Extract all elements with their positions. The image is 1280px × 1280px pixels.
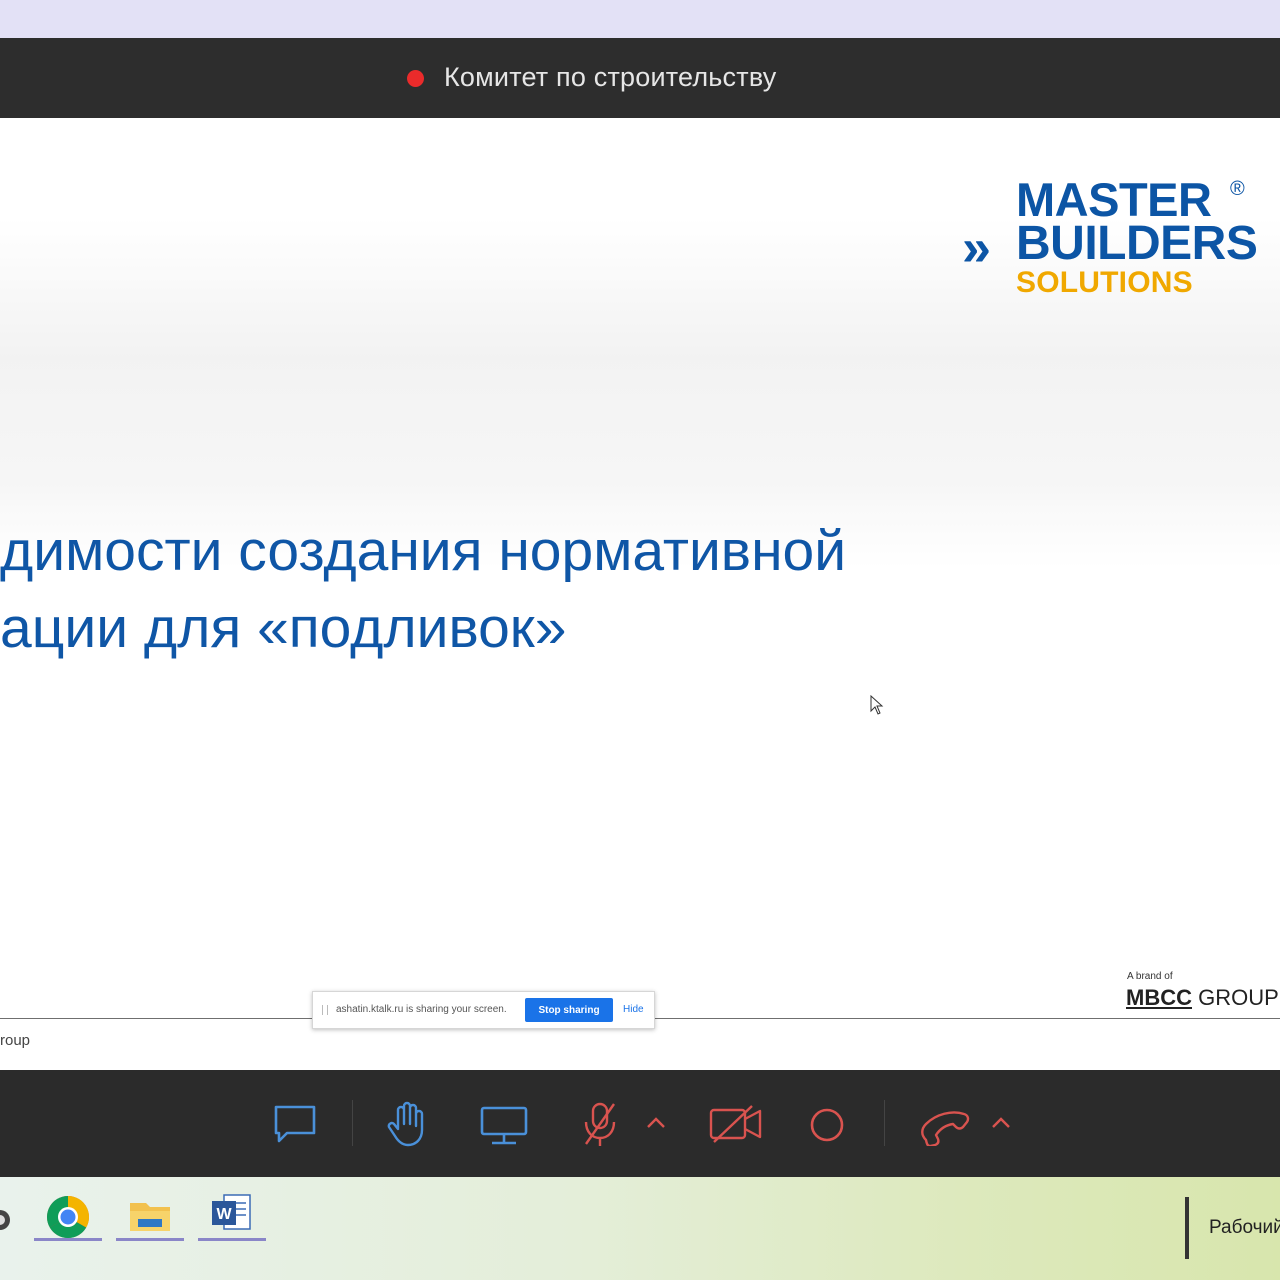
file-explorer-icon bbox=[130, 1203, 170, 1231]
raise-hand-icon[interactable] bbox=[386, 1100, 432, 1148]
active-indicator bbox=[116, 1238, 184, 1241]
drag-handle-icon[interactable] bbox=[322, 1005, 328, 1015]
screen-sharing-bar: ashatin.ktalk.ru is sharing your screen.… bbox=[312, 991, 655, 1029]
logo-master: MASTER bbox=[1016, 173, 1212, 226]
master-builders-logo: » MASTER ® BUILDERS SOLUTIONS bbox=[962, 173, 1280, 299]
slide-headline-line1: димости создания нормативной bbox=[0, 519, 847, 583]
windows-taskbar: W Рабочий bbox=[0, 1177, 1280, 1280]
recording-indicator-icon bbox=[407, 70, 424, 87]
logo-builders: BUILDERS bbox=[1016, 217, 1258, 270]
hang-up-icon[interactable] bbox=[918, 1102, 972, 1146]
chrome-icon bbox=[46, 1196, 90, 1239]
stop-sharing-button[interactable]: Stop sharing bbox=[525, 998, 613, 1022]
shared-slide: » MASTER ® BUILDERS SOLUTIONS димости со… bbox=[0, 118, 1280, 1070]
chat-icon[interactable] bbox=[273, 1104, 317, 1144]
slide-footer-text: roup bbox=[0, 1032, 31, 1049]
taskbar-file-explorer[interactable] bbox=[116, 1185, 184, 1241]
logo-chevrons: » bbox=[962, 219, 991, 277]
taskbar-word[interactable]: W bbox=[198, 1185, 266, 1241]
toolbar-separator bbox=[352, 1100, 353, 1146]
taskbar-chrome[interactable] bbox=[34, 1185, 102, 1241]
desktop-toolbar-label[interactable]: Рабочий bbox=[1209, 1217, 1280, 1239]
meeting-title: Комитет по строительству bbox=[444, 62, 777, 92]
active-indicator bbox=[198, 1238, 266, 1241]
record-icon[interactable] bbox=[808, 1106, 846, 1144]
mic-off-icon[interactable] bbox=[580, 1100, 620, 1148]
chevron-up-icon[interactable] bbox=[645, 1116, 667, 1130]
svg-text:W: W bbox=[216, 1206, 232, 1223]
toolbar-separator bbox=[884, 1100, 885, 1146]
group-wordmark: GROUP bbox=[1198, 985, 1279, 1010]
mbcc-group-logo: MBCC GROUP bbox=[1126, 985, 1279, 1011]
sharing-message: ashatin.ktalk.ru is sharing your screen. bbox=[336, 1004, 507, 1015]
word-icon: W bbox=[212, 1194, 251, 1230]
camera-off-icon[interactable] bbox=[708, 1104, 764, 1144]
screen-share-icon[interactable] bbox=[480, 1106, 528, 1146]
meeting-toolbar bbox=[0, 1070, 1280, 1177]
active-indicator bbox=[34, 1238, 102, 1241]
top-strip bbox=[0, 0, 1280, 38]
hide-link[interactable]: Hide bbox=[623, 1004, 644, 1015]
logo-solutions: SOLUTIONS bbox=[1016, 266, 1193, 299]
app-partial-icon bbox=[0, 1210, 10, 1230]
chevron-up-icon[interactable] bbox=[990, 1116, 1012, 1130]
mbcc-wordmark: MBCC bbox=[1126, 985, 1192, 1010]
logo-registered: ® bbox=[1230, 178, 1245, 200]
taskbar-divider bbox=[1185, 1197, 1189, 1259]
taskbar-app-partial[interactable] bbox=[0, 1185, 34, 1241]
brand-caption: A brand of bbox=[1127, 971, 1173, 982]
mouse-cursor-icon bbox=[870, 695, 884, 715]
slide-headline-line2: ации для «подливок» bbox=[0, 596, 567, 660]
